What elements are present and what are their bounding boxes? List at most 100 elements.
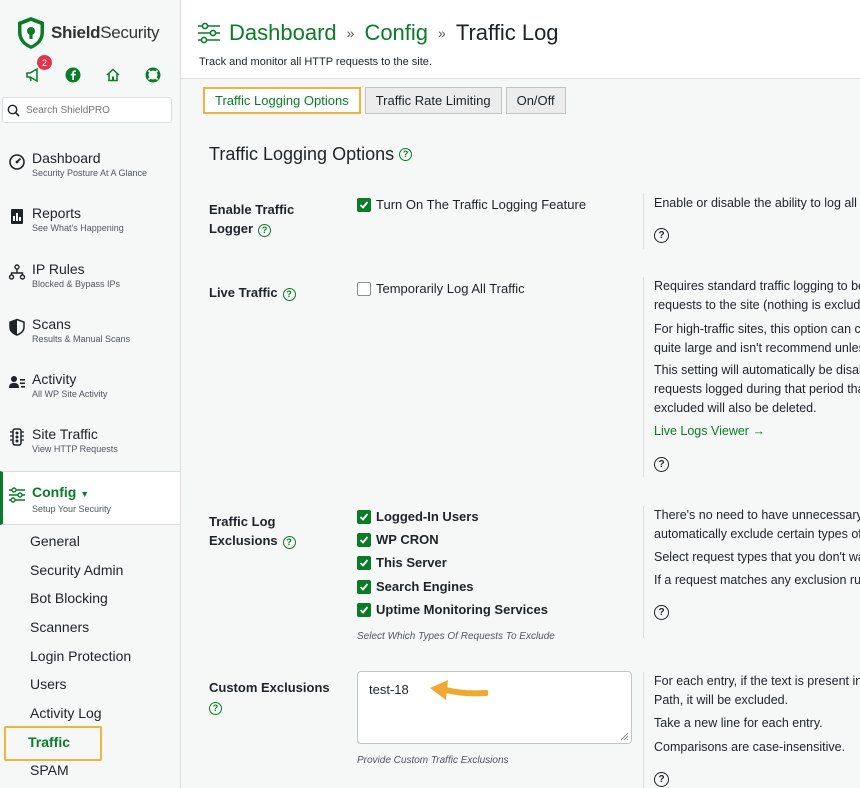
sidebar: ShieldSecurity 2 Dashboard Security Postu… [0,0,181,788]
nav-activity[interactable]: Activity All WP Site Activity [0,371,180,419]
checkbox-checked-icon[interactable] [357,579,371,594]
subnav-security-admin[interactable]: Security Admin [30,562,123,578]
nav-subtitle: All WP Site Activity [32,389,108,399]
checkbox-checked-icon[interactable] [357,555,371,570]
help-icon[interactable]: ? [258,224,272,237]
exclude-uptime-monitoring-checkbox[interactable]: Uptime Monitoring Services [357,602,548,617]
nav-reports[interactable]: Reports See What's Happening [0,205,180,253]
live-traffic-checkbox[interactable]: Temporarily Log All Traffic [357,281,525,296]
exclude-search-engines-checkbox[interactable]: Search Engines [357,579,474,594]
subnav-activity-log[interactable]: Activity Log [30,705,102,721]
exclude-logged-in-users-checkbox[interactable]: Logged-In Users [357,509,479,524]
checkbox-label: Turn On The Traffic Logging Feature [376,197,587,212]
help-icon[interactable]: ? [209,702,222,715]
search-input[interactable] [26,104,166,116]
nav-config[interactable]: Config ▼ Setup Your Security [0,471,180,525]
help-circle-icon[interactable]: ? [654,602,669,620]
checkbox-checked-icon[interactable] [357,602,371,617]
nav-subtitle: Setup Your Security [32,504,112,514]
nav-title: Dashboard [32,150,101,166]
search-icon [7,104,20,117]
tab-on-off[interactable]: On/Off [505,87,566,114]
brand-logo[interactable]: ShieldSecurity [16,16,160,50]
help-circle-icon[interactable]: ? [654,454,669,472]
checkbox-label: Search Engines [376,579,474,594]
breadcrumb-dashboard[interactable]: Dashboard [229,20,337,46]
notifications-button[interactable]: 2 [22,55,52,86]
shield-half-icon [9,318,25,336]
breadcrumb: Dashboard » Config » Traffic Log [197,20,559,46]
checkbox-checked-icon[interactable] [357,197,371,212]
custom-exclusions-textarea[interactable]: test-18 [357,671,632,744]
subnav-bot-blocking[interactable]: Bot Blocking [30,590,108,606]
exclude-wp-cron-checkbox[interactable]: WP CRON [357,532,439,547]
main-panel: Dashboard » Config » Traffic Log Track a… [181,0,860,788]
option-label-live: Live Traffic? [209,283,319,302]
sliders-icon [198,22,220,44]
search-box[interactable] [2,97,172,123]
arrow-annotation-icon [430,680,488,700]
nav-subtitle: Security Posture At A Glance [32,168,148,178]
brand-name: ShieldSecurity [51,23,160,42]
nav-subtitle: Results & Manual Scans [32,334,131,344]
subnav-general[interactable]: General [30,533,80,549]
help-icon[interactable]: ? [399,148,413,161]
exclusions-helper-text: Select Which Types Of Requests To Exclud… [357,631,555,642]
megaphone-icon [26,67,38,83]
checkbox-checked-icon[interactable] [357,509,371,524]
column-divider [643,672,644,788]
page-title: Traffic Log [455,20,559,45]
help-button[interactable] [142,64,164,86]
subnav-spam[interactable]: SPAM [30,762,69,778]
breadcrumb-separator: » [438,25,446,41]
section-title-text: Traffic Logging Options [209,144,395,164]
shield-logo-icon [18,17,44,49]
breadcrumb-config[interactable]: Config [364,20,428,46]
enable-traffic-logger-checkbox[interactable]: Turn On The Traffic Logging Feature [357,197,586,212]
sliders-icon [9,487,25,503]
option-label-text: Live Traffic [209,285,278,300]
option-description: Select request types that you don't wan [654,550,860,564]
help-circle-icon[interactable]: ? [654,225,669,243]
tab-traffic-rate-limiting[interactable]: Traffic Rate Limiting [364,87,502,114]
option-description: Comparisons are case-insensitive. [654,740,846,754]
chevron-down-icon: ▼ [80,489,90,499]
exclude-this-server-checkbox[interactable]: This Server [357,555,447,570]
nav-title: IP Rules [32,261,85,277]
option-label-text: Traffic Log Exclusions [209,514,278,548]
live-logs-viewer-link[interactable]: Live Logs Viewer → [654,424,765,438]
help-icon[interactable]: ? [282,536,296,549]
facebook-icon [65,67,81,83]
checkbox-checked-icon[interactable] [357,532,371,547]
column-divider [643,193,644,249]
option-description: There's no need to have unnecessary tra a… [654,508,860,541]
facebook-button[interactable] [62,64,84,86]
home-button[interactable] [102,64,124,86]
network-icon [8,264,26,280]
checkbox-unchecked-icon[interactable] [357,281,371,296]
nav-dashboard[interactable]: Dashboard Security Posture At A Glance [0,150,180,198]
help-icon[interactable]: ? [282,288,296,301]
nav-scans[interactable]: Scans Results & Manual Scans [0,316,180,364]
nav-ip-rules[interactable]: IP Rules Blocked & Bypass IPs [0,261,180,309]
column-divider [643,277,644,477]
notification-badge: 2 [37,55,52,70]
nav-subtitle: See What's Happening [32,223,124,233]
checkbox-label: WP CRON [376,532,439,547]
page-description: Track and monitor all HTTP requests to t… [199,56,432,68]
subnav-scanners[interactable]: Scanners [30,619,89,635]
tab-traffic-logging-options[interactable]: Traffic Logging Options [203,87,361,114]
nav-title: Reports [32,205,82,221]
subnav-users[interactable]: Users [30,676,67,692]
column-divider [643,506,644,638]
textarea-value: test-18 [369,682,409,697]
breadcrumb-separator: » [346,25,355,41]
nav-site-traffic[interactable]: Site Traffic View HTTP Requests [0,426,180,474]
subnav-traffic[interactable]: Traffic [28,734,70,750]
option-description: For each entry, if the text is present i… [654,674,860,707]
subnav-login-protection[interactable]: Login Protection [30,648,131,664]
nav-subtitle: View HTTP Requests [32,444,118,454]
help-circle-icon[interactable]: ? [654,769,669,787]
resize-handle-icon[interactable] [619,731,629,741]
option-description: Requires standard traffic logging to be r… [654,279,860,312]
